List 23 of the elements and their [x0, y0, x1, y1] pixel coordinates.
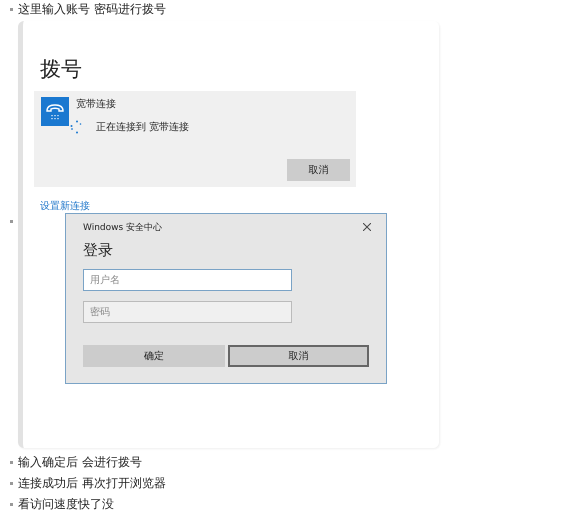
bullet-text: 这里输入账号 密码进行拨号 [18, 1, 166, 18]
connection-name: 宽带连接 [76, 98, 117, 111]
cancel-button[interactable]: 取消 [287, 159, 350, 181]
password-field[interactable]: 密码 [83, 301, 292, 323]
dialog-title: Windows 安全中心 [83, 222, 162, 234]
dialog-heading: 登录 [83, 241, 114, 260]
bullet-text: 输入确定后 会进行拨号 [18, 454, 142, 471]
connection-status: 正在连接到 宽带连接 [96, 120, 190, 134]
bullet-icon [10, 503, 13, 506]
username-field[interactable]: 用户名 [83, 269, 292, 291]
bullet-text: 看访问速度快了没 [18, 496, 114, 513]
spinner-icon [70, 120, 82, 134]
setup-connection-link[interactable]: 设置新连接 [40, 199, 90, 213]
phone-icon [41, 97, 69, 126]
cancel-button[interactable]: 取消 [228, 345, 369, 367]
close-icon[interactable] [363, 223, 371, 231]
bullet-icon [10, 220, 13, 222]
dial-title: 拨号 [39, 57, 83, 83]
bullet-text: 连接成功后 再次打开浏览器 [18, 475, 166, 492]
bullet-icon [10, 482, 13, 485]
ok-button[interactable]: 确定 [83, 345, 224, 367]
bullet-icon [10, 461, 13, 464]
bullet-icon [10, 8, 13, 11]
